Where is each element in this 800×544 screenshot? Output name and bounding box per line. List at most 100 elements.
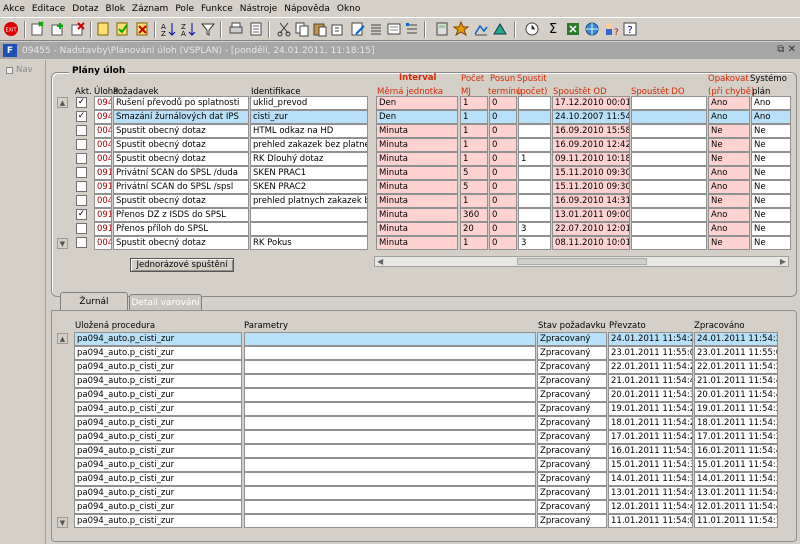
plany-cell-posun[interactable]: 0: [489, 124, 517, 138]
nav-item[interactable]: Nav: [6, 65, 45, 75]
plany-cell-spustit[interactable]: [518, 208, 551, 222]
plany-cell-pozadavek[interactable]: Rušení převodů po splatnosti: [113, 96, 249, 110]
tab-zurnal[interactable]: Žurnál: [60, 292, 128, 310]
zurnal-cell-zprac[interactable]: 17.01.2011 11:54:26: [694, 430, 778, 444]
plany-cell-spustit[interactable]: [518, 96, 551, 110]
zurnal-cell-proc[interactable]: pa094_auto.p_cisti_zur: [74, 444, 242, 458]
plany-cell-ident[interactable]: prehled platnych zakazek bez: [250, 194, 368, 208]
zurnal-cell-prevzato[interactable]: 24.01.2011 11:54:26: [608, 332, 693, 346]
cut-icon[interactable]: [276, 21, 292, 37]
zurnal-cell-zprac[interactable]: 15.01.2011 11:54:38: [694, 458, 778, 472]
zurnal-cell-par[interactable]: [244, 486, 536, 500]
plany-cell-mj[interactable]: Minuta: [376, 222, 458, 236]
plany-cell-mj[interactable]: Den: [376, 96, 458, 110]
query-icon[interactable]: [95, 21, 111, 37]
plany-cell-od[interactable]: 15.11.2010 09:30: [552, 180, 630, 194]
plany-cell-pocet[interactable]: 20: [460, 222, 488, 236]
plany-cell-opak[interactable]: Ano: [708, 180, 750, 194]
plany-cell-do[interactable]: [631, 124, 707, 138]
plany-cell-opak[interactable]: Ano: [708, 222, 750, 236]
menu-item[interactable]: Blok: [106, 4, 125, 14]
plany-cell-sys[interactable]: Ne: [751, 222, 791, 236]
clock-icon[interactable]: [524, 21, 540, 37]
plany-cell-sys[interactable]: Ne: [751, 180, 791, 194]
plany-cell-pocet[interactable]: 1: [460, 96, 488, 110]
zurnal-cell-proc[interactable]: pa094_auto.p_cisti_zur: [74, 430, 242, 444]
plany-cell-do[interactable]: [631, 208, 707, 222]
plany-cell-pocet[interactable]: 1: [460, 152, 488, 166]
plany-cell-ident[interactable]: [250, 222, 368, 236]
plany-cell-opak[interactable]: Ano: [708, 110, 750, 124]
zurnal-row[interactable]: pa094_auto.p_cisti_zur Zpracovaný 19.01.20…: [47, 402, 797, 416]
aktivni-checkbox[interactable]: [76, 181, 87, 192]
menu-item[interactable]: Okno: [337, 4, 361, 14]
plany-row[interactable]: 004 Spustit obecný dotaz prehled zakazek b…: [47, 138, 797, 152]
aktivni-checkbox[interactable]: [76, 167, 87, 178]
plany-cell-pocet[interactable]: 1: [460, 194, 488, 208]
plany-cell-do[interactable]: [631, 166, 707, 180]
plany-cell-mj[interactable]: Minuta: [376, 166, 458, 180]
plany-row[interactable]: 004 Spustit obecný dotaz RK Pokus Minuta 1 0 3…: [47, 236, 797, 250]
plany-cell-od[interactable]: 16.09.2010 15:58: [552, 124, 630, 138]
plany-cell-od[interactable]: 17.12.2010 00:01: [552, 96, 630, 110]
details-icon[interactable]: [404, 21, 420, 37]
plany-cell-opak[interactable]: Ano: [708, 208, 750, 222]
zurnal-cell-zprac[interactable]: 13.01.2011 11:54:42: [694, 486, 778, 500]
zurnal-cell-prevzato[interactable]: 11.01.2011 11:54:09: [608, 514, 693, 528]
zurnal-cell-prevzato[interactable]: 22.01.2011 11:54:22: [608, 360, 693, 374]
plany-row[interactable]: 091 Privátní SCAN do SPSL /duda SKEN PRAC1…: [47, 166, 797, 180]
plany-cell-pocet[interactable]: 1: [460, 124, 488, 138]
plany-cell-mj[interactable]: Den: [376, 110, 458, 124]
edit-icon[interactable]: [350, 21, 366, 37]
zurnal-cell-zprac[interactable]: 24.01.2011 11:54:29: [694, 332, 778, 346]
plany-cell-do[interactable]: [631, 152, 707, 166]
plany-cell-od[interactable]: 24.10.2007 11:54: [552, 110, 630, 124]
zurnal-cell-proc[interactable]: pa094_auto.p_cisti_zur: [74, 360, 242, 374]
plany-cell-spustit[interactable]: 1: [518, 152, 551, 166]
plany-cell-od[interactable]: 16.09.2010 12:42: [552, 138, 630, 152]
plany-cell-posun[interactable]: 0: [489, 110, 517, 124]
new-record-icon[interactable]: [30, 21, 46, 37]
plany-row[interactable]: 004 Spustit obecný dotaz prehled platnych …: [47, 194, 797, 208]
plany-cell-ident[interactable]: HTML odkaz na HD: [250, 124, 368, 138]
zurnal-cell-proc[interactable]: pa094_auto.p_cisti_zur: [74, 388, 242, 402]
excel-icon[interactable]: [565, 21, 581, 37]
zurnal-row[interactable]: pa094_auto.p_cisti_zur Zpracovaný 21.01.20…: [47, 374, 797, 388]
copy-icon[interactable]: [294, 21, 310, 37]
plany-cell-do[interactable]: [631, 236, 707, 250]
browser-icon[interactable]: [584, 21, 600, 37]
plany-cell-pozadavek[interactable]: Přenos příloh do SPSL: [113, 222, 249, 236]
zurnal-cell-stav[interactable]: Zpracovaný: [537, 444, 607, 458]
aktivni-checkbox[interactable]: [76, 125, 87, 136]
zurnal-cell-zprac[interactable]: 14.01.2011 11:54:34: [694, 472, 778, 486]
plany-cell-uloha[interactable]: 004: [94, 124, 112, 138]
plany-cell-spustit[interactable]: [518, 138, 551, 152]
zurnal-cell-prevzato[interactable]: 21.01.2011 11:54:41: [608, 374, 693, 388]
plany-cell-ident[interactable]: [250, 208, 368, 222]
zurnal-cell-prevzato[interactable]: 15.01.2011 11:54:36: [608, 458, 693, 472]
plany-cell-uloha[interactable]: 091: [94, 166, 112, 180]
zurnal-row[interactable]: pa094_auto.p_cisti_zur Zpracovaný 12.01.20…: [47, 500, 797, 514]
zurnal-row[interactable]: pa094_auto.p_cisti_zur Zpracovaný 22.01.20…: [47, 360, 797, 374]
plany-cell-ident[interactable]: uklid_prevod: [250, 96, 368, 110]
aktivni-checkbox[interactable]: ✓: [76, 209, 87, 220]
plany-cell-od[interactable]: 15.11.2010 09:30: [552, 166, 630, 180]
plany-cell-uloha[interactable]: 004: [94, 236, 112, 250]
plany-row[interactable]: ✓ 091 Přenos DZ z ISDS do SPSL Minuta 360 0 13…: [47, 208, 797, 222]
plany-cell-opak[interactable]: Ne: [708, 194, 750, 208]
zurnal-cell-zprac[interactable]: 20.01.2011 11:54:41: [694, 388, 778, 402]
aktivni-checkbox[interactable]: [76, 237, 87, 248]
menu-item[interactable]: Nástroje: [240, 4, 278, 14]
zurnal-cell-proc[interactable]: pa094_auto.p_cisti_zur: [74, 514, 242, 528]
plany-cell-sys[interactable]: Ne: [751, 194, 791, 208]
zurnal-cell-stav[interactable]: Zpracovaný: [537, 360, 607, 374]
zurnal-cell-zprac[interactable]: 19.01.2011 11:54:28: [694, 402, 778, 416]
zurnal-row[interactable]: pa094_auto.p_cisti_zur Zpracovaný 14.01.20…: [47, 472, 797, 486]
plany-cell-opak[interactable]: Ano: [708, 166, 750, 180]
plany-cell-posun[interactable]: 0: [489, 222, 517, 236]
plany-cell-pocet[interactable]: 360: [460, 208, 488, 222]
insert-record-icon[interactable]: [50, 21, 66, 37]
window-restore-close-icon[interactable]: ⧉ ✕: [777, 44, 796, 55]
aktivni-checkbox[interactable]: [76, 153, 87, 164]
plany-cell-do[interactable]: [631, 222, 707, 236]
